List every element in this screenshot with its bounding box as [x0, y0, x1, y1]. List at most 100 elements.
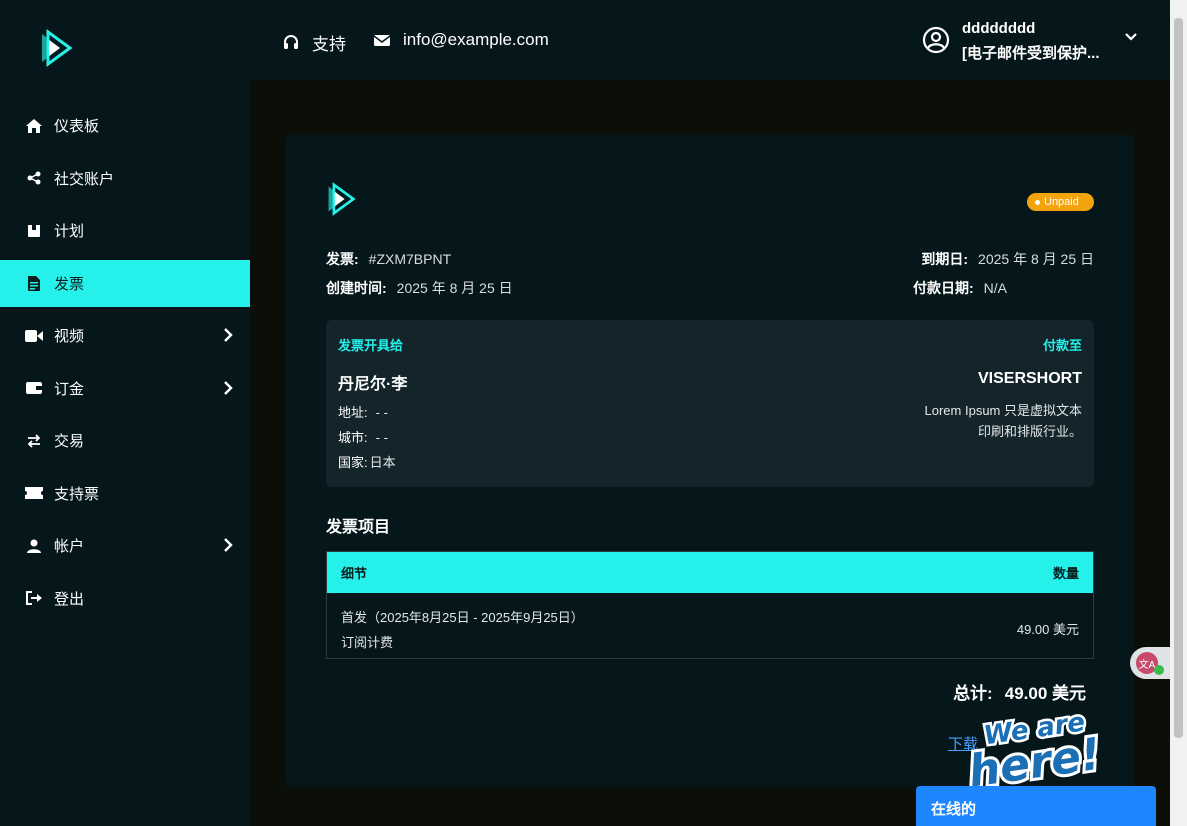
customer-address: 地址: - -: [338, 402, 388, 421]
company-name: VISERSHORT: [977, 370, 1082, 387]
city-value: - -: [375, 430, 388, 445]
city-label: 城市:: [338, 430, 368, 445]
user-menu[interactable]: dddddddd [电子邮件受到保护...: [922, 18, 1152, 64]
item-type: 订阅计费: [341, 635, 394, 650]
user-name: dddddddd: [962, 20, 1036, 37]
sidebar-item-logout[interactable]: 登出: [0, 575, 250, 622]
chevron-right-icon: [224, 380, 233, 395]
sidebar-item-plans[interactable]: 计划: [0, 207, 250, 254]
sidebar-item-label: 仪表板: [54, 118, 100, 135]
check-icon: [1154, 665, 1164, 675]
top-header: 支持 info@example.com dddddddd [电子邮件受到保护..…: [250, 0, 1170, 80]
sidebar-item-label: 交易: [54, 433, 85, 450]
table-header: 细节 数量: [327, 552, 1093, 593]
invoice-items-title: 发票项目: [326, 519, 391, 536]
user-icon: [24, 537, 44, 555]
sidebar-item-label: 登出: [54, 590, 85, 608]
invoice-number-value: #ZXM7BPNT: [368, 251, 452, 267]
support-link[interactable]: 支持: [282, 30, 346, 55]
customer-country: 国家: 日本: [338, 452, 396, 471]
sidebar-item-transactions[interactable]: 交易: [0, 417, 250, 464]
column-header-amount: 数量: [1052, 566, 1079, 581]
brand-logo-icon[interactable]: [38, 28, 74, 68]
country-label: 国家:: [338, 455, 368, 470]
chat-status-label: 在线的: [931, 801, 977, 818]
ticket-icon: [24, 484, 44, 502]
status-dot-icon: [1035, 199, 1040, 205]
paid-value: N/A: [983, 280, 1008, 296]
sidebar-item-label: 发票: [54, 275, 85, 293]
sidebar-item-invoices[interactable]: 发票: [0, 259, 250, 307]
table-row: 首发（2025年8月25日 - 2025年9月25日） 订阅计费 49.00 美…: [327, 593, 1093, 659]
total-value: 49.00 美元: [1004, 684, 1086, 703]
sidebar: 仪表板 社交账户 计划 发票 视频 订金 交易 支持票 帐户 登出: [0, 0, 250, 826]
sidebar-item-support-tickets[interactable]: 支持票: [0, 470, 250, 517]
sidebar-item-videos[interactable]: 视频: [0, 312, 250, 359]
chevron-down-icon[interactable]: [1124, 30, 1138, 44]
sidebar-nav: 仪表板 社交账户 计划 发票 视频 订金 交易 支持票 帐户 登出: [0, 102, 250, 627]
chat-status-bar[interactable]: 在线的: [916, 786, 1156, 826]
sidebar-item-account[interactable]: 帐户: [0, 522, 250, 569]
translate-button[interactable]: 文A: [1130, 647, 1170, 679]
paid-date: 付款日期: N/A: [913, 278, 1007, 298]
file-invoice-icon: [24, 274, 44, 292]
due-date: 到期日: 2025 年 8 月 25 日: [921, 249, 1094, 269]
chevron-right-icon: [224, 538, 233, 552]
created-label: 创建时间:: [326, 280, 387, 296]
invoice-number: 发票: #ZXM7BPNT: [326, 249, 451, 269]
sidebar-item-label: 订金: [54, 380, 85, 398]
share-icon: [24, 169, 44, 187]
email-link[interactable]: info@example.com: [373, 30, 549, 50]
wallet-icon: [24, 379, 44, 397]
home-icon: [24, 117, 44, 135]
country-value: 日本: [369, 455, 396, 470]
due-label: 到期日:: [921, 251, 969, 267]
chevron-right-icon: [224, 328, 233, 342]
total-label: 总计:: [953, 684, 993, 703]
status-badge: Unpaid: [1027, 193, 1094, 211]
sidebar-item-dashboard[interactable]: 仪表板: [0, 102, 250, 149]
user-email: [电子邮件受到保护...: [962, 45, 1100, 62]
video-icon: [24, 327, 44, 345]
invoice-total: 总计: 49.00 美元: [953, 679, 1086, 704]
customer-name: 丹尼尔·李: [338, 376, 408, 393]
status-text: Unpaid: [1044, 196, 1079, 208]
company-desc-line: Lorem Ipsum 只是虚拟文本: [924, 403, 1082, 418]
invoice-card: Unpaid 发票: #ZXM7BPNT 创建时间: 2025 年 8 月 25 日…: [285, 135, 1134, 787]
item-description: 首发（2025年8月25日 - 2025年9月25日）: [341, 610, 584, 625]
created-date: 创建时间: 2025 年 8 月 25 日: [326, 278, 513, 298]
invoice-number-label: 发票:: [326, 251, 359, 267]
company-description: Lorem Ipsum 只是虚拟文本 印刷和排版行业。: [842, 400, 1082, 442]
bill-to-heading: 发票开具给: [338, 338, 404, 353]
address-label: 地址:: [338, 405, 368, 420]
customer-city: 城市: - -: [338, 427, 388, 446]
logout-icon: [24, 589, 44, 607]
box-icon: [24, 222, 44, 240]
due-value: 2025 年 8 月 25 日: [978, 251, 1094, 267]
address-value: - -: [375, 405, 388, 420]
scrollbar-thumb[interactable]: [1174, 18, 1183, 738]
company-desc-line: 印刷和排版行业。: [977, 424, 1082, 439]
email-text: info@example.com: [403, 30, 549, 49]
sidebar-item-label: 视频: [54, 328, 85, 345]
billing-box: 发票开具给 付款至 丹尼尔·李 VISERSHORT 地址: - - 城市: - -…: [326, 320, 1094, 487]
invoice-items-table: 细节 数量 首发（2025年8月25日 - 2025年9月25日） 订阅计费 4…: [326, 551, 1094, 659]
support-label: 支持: [312, 35, 346, 54]
page-scrollbar[interactable]: [1170, 0, 1187, 826]
sidebar-item-social-accounts[interactable]: 社交账户: [0, 155, 250, 202]
sidebar-item-label: 计划: [54, 223, 85, 240]
item-amount: 49.00 美元: [1016, 622, 1079, 637]
paid-label: 付款日期:: [913, 280, 974, 296]
created-value: 2025 年 8 月 25 日: [396, 280, 513, 296]
column-header-details: 细节: [341, 566, 368, 581]
exchange-icon: [24, 432, 44, 450]
pay-to-heading: 付款至: [1042, 338, 1082, 353]
sidebar-item-deposits[interactable]: 订金: [0, 365, 250, 412]
brand-logo-icon: [328, 182, 356, 216]
sidebar-item-label: 支持票: [54, 485, 100, 503]
sidebar-item-label: 帐户: [54, 538, 85, 555]
sidebar-item-label: 社交账户: [54, 170, 115, 188]
headset-icon: [284, 34, 298, 49]
chat-greeting-graphic[interactable]: We are here!: [956, 708, 1106, 786]
user-circle-icon: [922, 26, 950, 54]
